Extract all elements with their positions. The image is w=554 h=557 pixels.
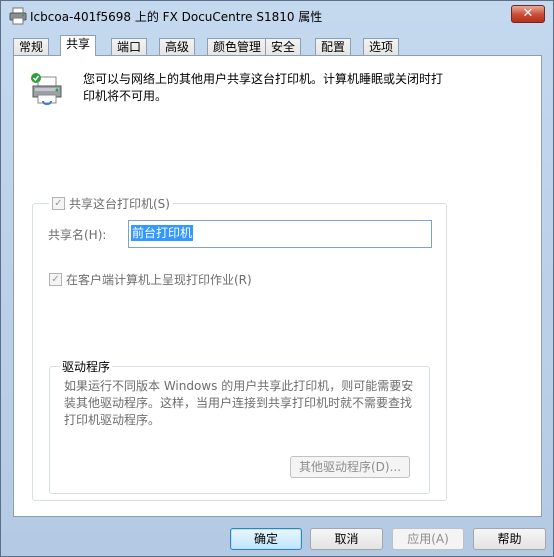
share-name-label: 共享名(H): [48,228,107,242]
drivers-group: 驱动程序 如果运行不同版本 Windows 的用户共享此打印机，则可能需要安 装… [49,358,430,494]
drivers-description: 如果运行不同版本 Windows 的用户共享此打印机，则可能需要安 装其他驱动程… [64,379,414,427]
sharing-tab-panel: 您可以与网络上的其他用户共享这台打印机。计算机睡眠或关闭时打 印机将不可用。 ✓… [13,55,542,517]
printer-icon [9,7,27,25]
tab-options[interactable]: 选项 [363,38,400,56]
tab-general[interactable]: 常规 [13,38,50,56]
sharing-description: 您可以与网络上的其他用户共享这台打印机。计算机睡眠或关闭时打 印机将不可用。 [83,72,444,103]
window-title: Icbcoa-401f5698 上的 FX DocuCentre S1810 属… [30,10,323,24]
tab-security[interactable]: 安全 [265,38,302,56]
share-name-input[interactable]: 前台打印机 [128,220,432,248]
share-settings-group: ✓ 共享这台打印机(S) 共享名(H): 前台打印机 ✓ 在客户端计算机上呈现打… [32,195,447,501]
tab-configuration[interactable]: 配置 [315,38,352,56]
cancel-button[interactable]: 取消 [310,528,383,550]
share-printer-checkbox[interactable]: ✓ [52,197,65,210]
tab-sharing[interactable]: 共享 [60,35,97,56]
ok-button[interactable]: 确定 [230,528,302,550]
close-icon: ✕ [522,6,534,21]
printer-properties-dialog: Icbcoa-401f5698 上的 FX DocuCentre S1810 属… [0,0,554,557]
shared-printer-icon [29,71,65,107]
tab-color-management[interactable]: 颜色管理 [207,38,268,56]
additional-drivers-button[interactable]: 其他驱动程序(D)... [290,456,410,478]
help-button[interactable]: 帮助 [473,528,546,550]
share-printer-label: 共享这台打印机(S) [69,197,170,211]
drivers-group-title: 驱动程序 [60,358,113,375]
share-printer-checkbox-row[interactable]: ✓ 共享这台打印机(S) [49,195,173,212]
tab-advanced[interactable]: 高级 [159,38,196,56]
tab-ports[interactable]: 端口 [111,38,148,56]
close-button[interactable]: ✕ [511,5,545,23]
apply-button[interactable]: 应用(A) [392,528,464,550]
render-jobs-checkbox-row[interactable]: ✓ 在客户端计算机上呈现打印作业(R) [49,271,252,288]
share-name-value: 前台打印机 [131,225,194,241]
title-bar[interactable]: Icbcoa-401f5698 上的 FX DocuCentre S1810 属… [1,1,553,31]
render-jobs-checkbox[interactable]: ✓ [49,273,62,286]
render-jobs-label: 在客户端计算机上呈现打印作业(R) [66,273,252,287]
